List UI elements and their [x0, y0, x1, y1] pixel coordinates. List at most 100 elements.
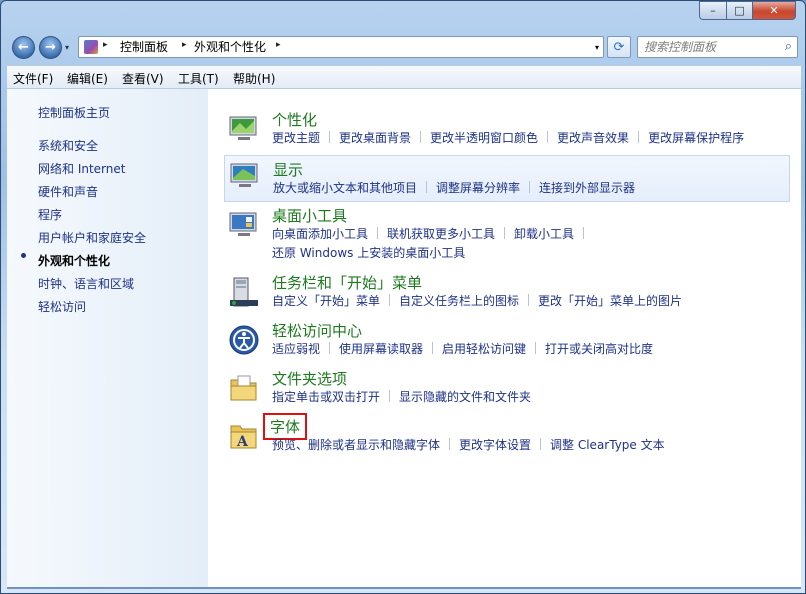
category-links: 指定单击或双击打开 显示隐藏的文件和文件夹 [272, 388, 531, 405]
crumb-separator[interactable]: ▸ [103, 40, 108, 50]
breadcrumb-control-panel[interactable]: 控制面板 [120, 39, 168, 55]
category-links: 自定义「开始」菜单 自定义任务栏上的图标 更改「开始」菜单上的图片 [272, 292, 682, 309]
category-folder-options: 文件夹选项 指定单击或双击打开 显示隐藏的文件和文件夹 [224, 368, 790, 408]
link-customize-taskbar-icons[interactable]: 自定义任务栏上的图标 [399, 294, 519, 308]
link-customize-start-menu[interactable]: 自定义「开始」菜单 [272, 294, 380, 308]
link-high-contrast[interactable]: 打开或关闭高对比度 [545, 342, 653, 356]
link-separator [432, 342, 434, 354]
link-uninstall-gadget[interactable]: 卸载小工具 [514, 227, 574, 241]
link-low-vision[interactable]: 适应弱视 [272, 342, 320, 356]
link-get-more-gadgets[interactable]: 联机获取更多小工具 [387, 227, 495, 241]
category-title[interactable]: 轻松访问中心 [272, 320, 362, 341]
main-panel: 个性化 更改主题 更改桌面背景 更改半透明窗口颜色 更改声音效果 更改屏幕保护程序 显示… [208, 89, 801, 587]
display-icon [230, 163, 258, 187]
link-use-screen-reader[interactable]: 使用屏幕读取器 [339, 342, 423, 356]
minimize-button[interactable]: – [699, 1, 726, 20]
category-title[interactable]: 桌面小工具 [272, 205, 347, 226]
search-input[interactable] [644, 39, 772, 55]
menu-help[interactable]: 帮助(H) [233, 70, 275, 87]
sidebar-home-link[interactable]: 控制面板主页 [38, 104, 110, 121]
sidebar-item-system-security[interactable]: 系统和安全 [38, 137, 98, 154]
link-separator [504, 227, 506, 239]
category-title[interactable]: 个性化 [272, 109, 317, 130]
close-button[interactable]: ✕ [752, 1, 796, 20]
category-title[interactable]: 任务栏和「开始」菜单 [272, 272, 422, 293]
category-fonts: A 字体 预览、删除或者显示和隐藏字体 更改字体设置 调整 ClearType 文本 [224, 413, 790, 456]
back-button[interactable]: ← [12, 36, 35, 59]
menu-bar: 文件(F) 编辑(E) 查看(V) 工具(T) 帮助(H) [7, 65, 801, 89]
link-separator [535, 342, 537, 354]
content-area: 控制面板主页 系统和安全 网络和 Internet 硬件和声音 程序 用户帐户和… [7, 89, 801, 587]
link-separator [426, 181, 428, 193]
link-separator [583, 227, 585, 239]
sidebar-item-appearance: 外观和个性化 [38, 254, 111, 268]
svg-text:A: A [236, 434, 249, 450]
link-zoom-text[interactable]: 放大或缩小文本和其他项目 [273, 181, 417, 195]
link-separator [449, 438, 451, 450]
link-adjust-resolution[interactable]: 调整屏幕分辨率 [436, 181, 520, 195]
link-single-double-click[interactable]: 指定单击或双击打开 [272, 390, 380, 404]
sidebar-item-programs[interactable]: 程序 [38, 206, 62, 223]
link-separator [547, 131, 549, 143]
link-separator [377, 227, 379, 239]
link-change-desktop-background[interactable]: 更改桌面背景 [339, 131, 411, 145]
ease-of-access-icon [229, 325, 259, 355]
forward-arrow-icon: → [45, 40, 56, 55]
personalization-icon [229, 116, 257, 140]
address-dropdown-button[interactable]: ▾ [595, 43, 599, 52]
sidebar-item-ease-of-access[interactable]: 轻松访问 [38, 298, 86, 315]
sidebar: 控制面板主页 系统和安全 网络和 Internet 硬件和声音 程序 用户帐户和… [7, 89, 208, 587]
category-title[interactable]: 文件夹选项 [272, 368, 347, 389]
breadcrumb-appearance[interactable]: 外观和个性化 [194, 39, 266, 55]
sidebar-item-hardware-sound[interactable]: 硬件和声音 [38, 183, 98, 200]
control-panel-icon [84, 40, 98, 54]
maximize-button[interactable]: □ [726, 1, 752, 20]
category-gadgets: 桌面小工具 向桌面添加小工具 联机获取更多小工具 卸载小工具 还原 Windows … [224, 205, 790, 261]
link-restore-gadgets[interactable]: 还原 Windows 上安装的桌面小工具 [272, 246, 465, 260]
link-separator [529, 181, 531, 193]
crumb-separator[interactable]: ▸ [276, 40, 281, 50]
link-change-screen-saver[interactable]: 更改屏幕保护程序 [648, 131, 744, 145]
link-external-display[interactable]: 连接到外部显示器 [539, 181, 635, 195]
sidebar-item-user-accounts[interactable]: 用户帐户和家庭安全 [38, 229, 146, 246]
crumb-separator[interactable]: ▸ [182, 40, 187, 50]
taskbar-icon [230, 277, 258, 307]
sidebar-item-network[interactable]: 网络和 Internet [38, 160, 125, 177]
gadgets-icon [229, 212, 257, 236]
menu-tools[interactable]: 工具(T) [178, 70, 219, 87]
menu-view[interactable]: 查看(V) [122, 70, 164, 87]
link-separator [329, 131, 331, 143]
link-separator [540, 438, 542, 450]
link-separator [638, 131, 640, 143]
address-bar[interactable]: ▸ 控制面板 ▸ 外观和个性化 ▸ ▾ [78, 36, 604, 58]
recent-pages-dropdown[interactable]: ▾ [65, 43, 69, 52]
link-separator [389, 390, 391, 402]
link-enable-access-keys[interactable]: 启用轻松访问键 [442, 342, 526, 356]
link-separator [389, 294, 391, 306]
menu-edit[interactable]: 编辑(E) [67, 70, 108, 87]
category-title[interactable]: 显示 [273, 159, 303, 180]
category-links: 向桌面添加小工具 联机获取更多小工具 卸载小工具 [272, 225, 593, 242]
link-separator [420, 131, 422, 143]
link-change-sound-effects[interactable]: 更改声音效果 [557, 131, 629, 145]
link-change-window-color[interactable]: 更改半透明窗口颜色 [430, 131, 538, 145]
link-adjust-cleartype[interactable]: 调整 ClearType 文本 [550, 438, 665, 452]
link-add-gadgets[interactable]: 向桌面添加小工具 [272, 227, 368, 241]
navigation-bar: ← → ▾ ▸ 控制面板 ▸ 外观和个性化 ▸ ▾ ⟳ ⌕ [1, 31, 805, 63]
forward-button[interactable]: → [39, 36, 62, 59]
category-title[interactable]: 字体 [262, 413, 308, 440]
link-preview-delete-fonts[interactable]: 预览、删除或者显示和隐藏字体 [272, 438, 440, 452]
sidebar-item-clock-language[interactable]: 时钟、语言和区域 [38, 275, 134, 292]
link-change-theme[interactable]: 更改主题 [272, 131, 320, 145]
window-bottom-border [7, 587, 801, 589]
search-box[interactable]: ⌕ [637, 36, 798, 58]
refresh-button[interactable]: ⟳ [607, 36, 631, 58]
title-bar[interactable]: – □ ✕ [1, 1, 805, 31]
back-arrow-icon: ← [18, 40, 29, 55]
link-change-font-settings[interactable]: 更改字体设置 [459, 438, 531, 452]
menu-file[interactable]: 文件(F) [13, 70, 53, 87]
category-display[interactable]: 显示 放大或缩小文本和其他项目 调整屏幕分辨率 连接到外部显示器 [224, 155, 790, 202]
search-icon[interactable]: ⌕ [785, 39, 792, 54]
link-show-hidden-files[interactable]: 显示隐藏的文件和文件夹 [399, 390, 531, 404]
link-change-start-picture[interactable]: 更改「开始」菜单上的图片 [538, 294, 682, 308]
